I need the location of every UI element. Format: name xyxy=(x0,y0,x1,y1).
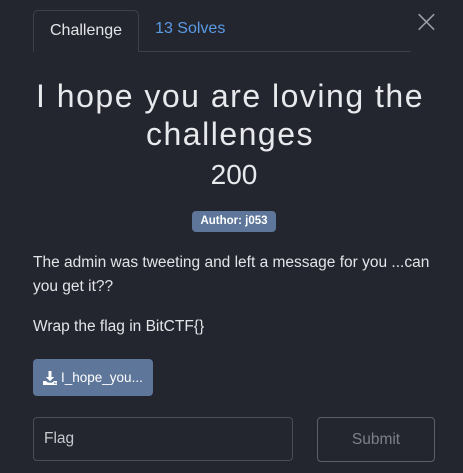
challenge-description: The admin was tweeting and left a messag… xyxy=(33,251,433,339)
author-badge: Author: j053 xyxy=(192,211,276,232)
tab-bar: Challenge 13 Solves xyxy=(33,10,411,52)
flag-submit-row: Submit xyxy=(33,417,435,462)
tab-solves[interactable]: 13 Solves xyxy=(139,9,241,51)
challenge-points: 200 xyxy=(210,159,258,190)
file-download-button[interactable]: I_hope_you... xyxy=(33,359,153,396)
tab-challenge[interactable]: Challenge xyxy=(33,10,140,52)
challenge-title: I hope you are loving the challenges xyxy=(36,78,424,152)
close-icon[interactable]: × xyxy=(413,5,440,37)
file-download-label: I_hope_you... xyxy=(61,370,143,385)
submit-button[interactable]: Submit xyxy=(317,417,435,462)
download-icon xyxy=(43,370,57,385)
flag-input[interactable] xyxy=(33,417,293,461)
challenge-modal: × Challenge 13 Solves I hope you are lov… xyxy=(0,0,463,473)
description-paragraph: The admin was tweeting and left a messag… xyxy=(33,254,430,295)
description-paragraph: Wrap the flag in BitCTF{} xyxy=(33,318,205,335)
author-badge-wrapper: Author: j053 xyxy=(33,211,435,232)
